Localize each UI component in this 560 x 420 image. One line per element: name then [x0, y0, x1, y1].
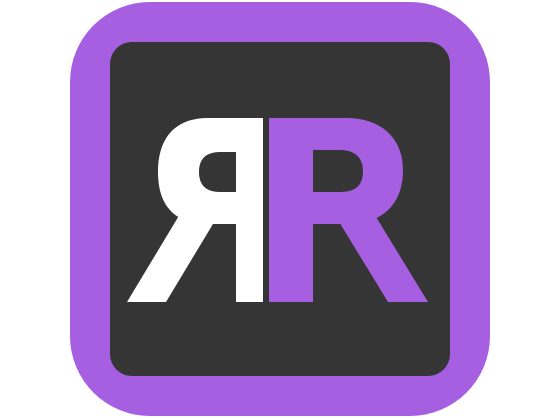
rr-app-icon [70, 2, 490, 416]
app-icon-stage [0, 0, 560, 420]
